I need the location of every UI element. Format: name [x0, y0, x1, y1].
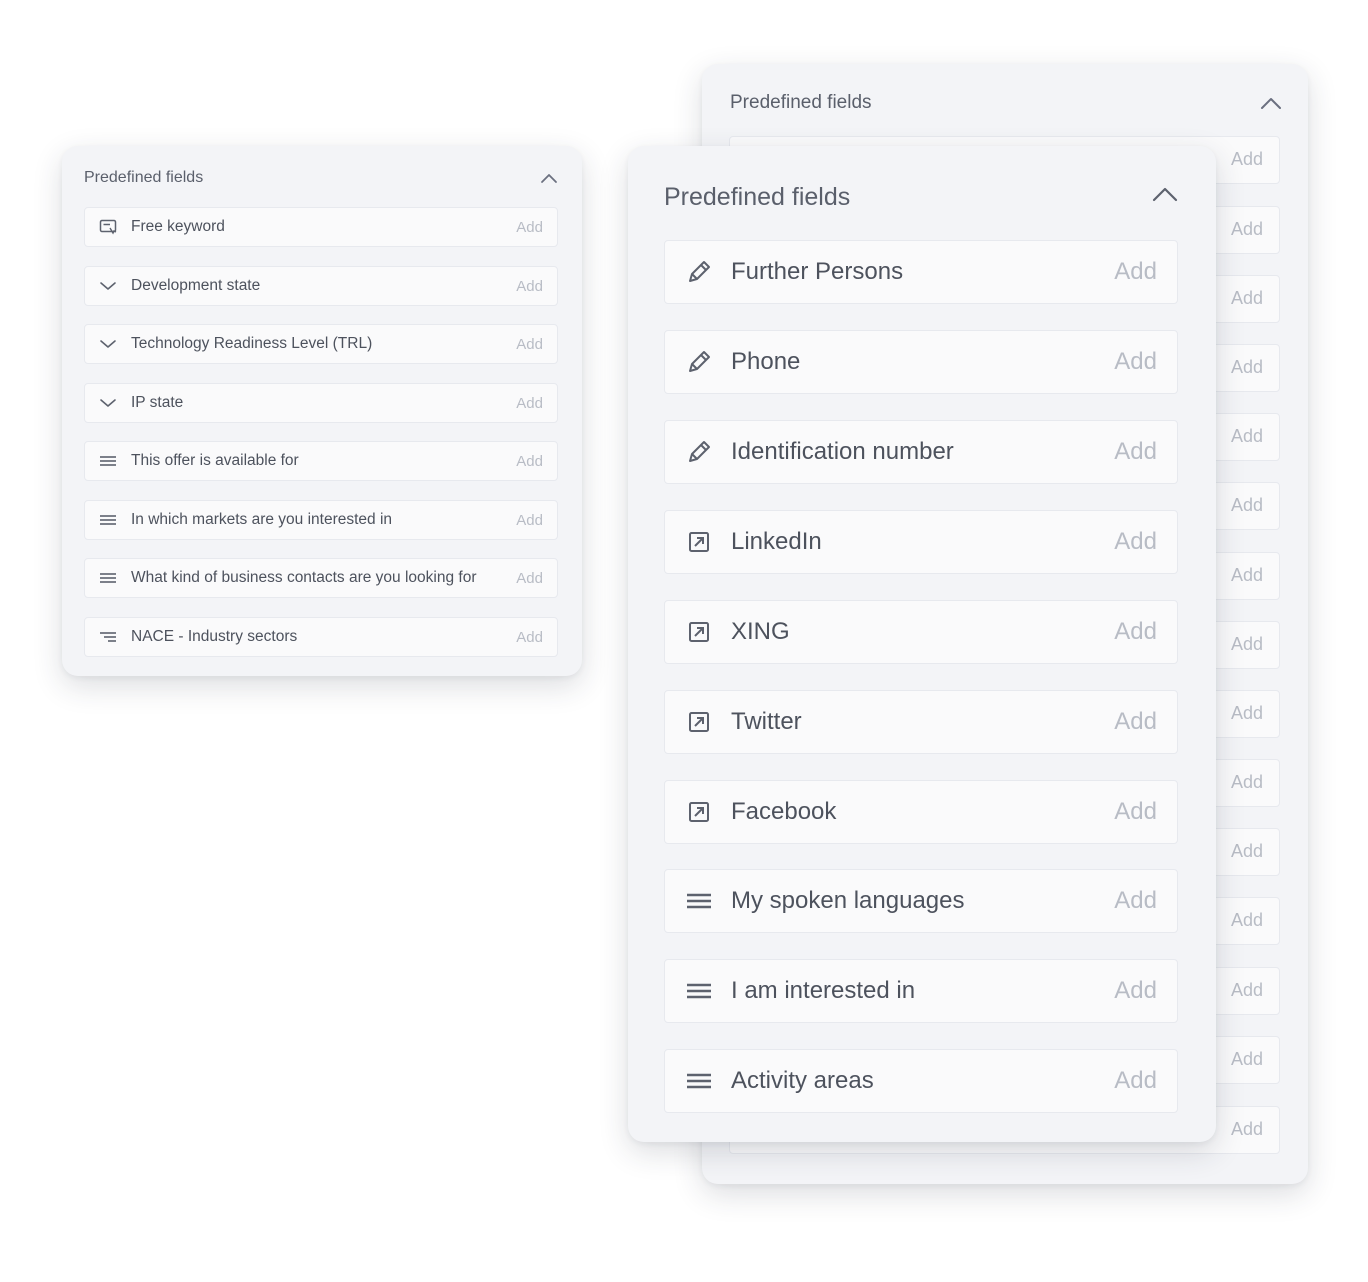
field-item-free-keyword[interactable]: Free keyword Add — [84, 207, 558, 247]
chevron-down-icon — [99, 277, 117, 295]
chevron-up-icon[interactable] — [1260, 96, 1282, 110]
list-icon — [99, 569, 117, 587]
field-label: Activity areas — [731, 1067, 874, 1094]
add-button[interactable]: Add — [1114, 887, 1157, 915]
add-button[interactable]: Add — [516, 453, 543, 470]
add-button[interactable]: Add — [1114, 258, 1157, 286]
add-button[interactable]: Add — [1114, 348, 1157, 376]
field-item-spoken-languages[interactable]: My spoken languages Add — [664, 869, 1178, 933]
add-button[interactable]: Add — [1114, 438, 1157, 466]
add-button[interactable]: Add — [1215, 634, 1279, 655]
add-button[interactable]: Add — [1215, 910, 1279, 931]
external-link-icon — [685, 528, 713, 556]
field-label: Facebook — [731, 798, 837, 825]
field-label: Twitter — [731, 708, 802, 735]
field-label: IP state — [131, 394, 184, 411]
list-icon — [99, 452, 117, 470]
add-button[interactable]: Add — [516, 336, 543, 353]
field-item-business-contacts[interactable]: What kind of business contacts are you l… — [84, 558, 558, 598]
front-predefined-fields-panel: Predefined fields Further Persons Add Ph… — [628, 146, 1216, 1142]
field-item-trl[interactable]: Technology Readiness Level (TRL) Add — [84, 324, 558, 364]
field-item-identification-number[interactable]: Identification number Add — [664, 420, 1178, 484]
add-button[interactable]: Add — [1114, 798, 1157, 826]
add-button[interactable]: Add — [1215, 149, 1279, 170]
chevron-down-icon — [99, 335, 117, 353]
add-button[interactable]: Add — [1215, 219, 1279, 240]
field-item-further-persons[interactable]: Further Persons Add — [664, 240, 1178, 304]
field-label: What kind of business contacts are you l… — [131, 569, 477, 586]
field-item-markets[interactable]: In which markets are you interested in A… — [84, 500, 558, 540]
field-item-linkedin[interactable]: LinkedIn Add — [664, 510, 1178, 574]
add-button[interactable]: Add — [1215, 495, 1279, 516]
field-label: Technology Readiness Level (TRL) — [131, 335, 373, 352]
pencil-icon — [685, 258, 713, 286]
text-field-icon — [99, 218, 117, 236]
add-button[interactable]: Add — [1114, 1067, 1157, 1095]
field-item-offer-available-for[interactable]: This offer is available for Add — [84, 441, 558, 481]
left-predefined-fields-panel: Predefined fields Free keyword Add Devel… — [62, 146, 582, 676]
field-item-nace[interactable]: NACE - Industry sectors Add — [84, 617, 558, 657]
chevron-up-icon[interactable] — [1152, 186, 1178, 202]
field-label: I am interested in — [731, 977, 916, 1004]
add-button[interactable]: Add — [1114, 977, 1157, 1005]
field-label: Free keyword — [131, 218, 225, 235]
chevron-up-icon[interactable] — [540, 172, 558, 184]
chevron-down-icon — [99, 394, 117, 412]
add-button[interactable]: Add — [1215, 426, 1279, 447]
left-panel-title: Predefined fields — [84, 169, 204, 186]
tree-list-icon — [99, 628, 117, 646]
add-button[interactable]: Add — [1215, 565, 1279, 586]
pencil-icon — [685, 438, 713, 466]
list-icon — [685, 887, 713, 915]
add-button[interactable]: Add — [1114, 528, 1157, 556]
field-label: This offer is available for — [131, 452, 299, 469]
back-panel-title: Predefined fields — [730, 92, 872, 113]
external-link-icon — [685, 708, 713, 736]
list-icon — [99, 511, 117, 529]
add-button[interactable]: Add — [1215, 288, 1279, 309]
add-button[interactable]: Add — [516, 219, 543, 236]
add-button[interactable]: Add — [516, 512, 543, 529]
field-item-interested-in[interactable]: I am interested in Add — [664, 959, 1178, 1023]
field-label: Development state — [131, 277, 261, 294]
field-label: Further Persons — [731, 258, 904, 285]
add-button[interactable]: Add — [1215, 703, 1279, 724]
add-button[interactable]: Add — [516, 278, 543, 295]
add-button[interactable]: Add — [1215, 772, 1279, 793]
add-button[interactable]: Add — [1215, 1049, 1279, 1070]
add-button[interactable]: Add — [1114, 708, 1157, 736]
field-label: NACE - Industry sectors — [131, 628, 298, 645]
field-label: My spoken languages — [731, 887, 965, 914]
add-button[interactable]: Add — [516, 395, 543, 412]
field-label: XING — [731, 618, 790, 645]
field-item-phone[interactable]: Phone Add — [664, 330, 1178, 394]
add-button[interactable]: Add — [1114, 618, 1157, 646]
front-panel-title: Predefined fields — [664, 183, 851, 211]
field-item-facebook[interactable]: Facebook Add — [664, 780, 1178, 844]
field-label: LinkedIn — [731, 528, 822, 555]
field-label: Phone — [731, 348, 801, 375]
field-label: Identification number — [731, 438, 954, 465]
external-link-icon — [685, 618, 713, 646]
add-button[interactable]: Add — [1215, 1119, 1279, 1140]
field-item-development-state[interactable]: Development state Add — [84, 266, 558, 306]
field-item-activity-areas[interactable]: Activity areas Add — [664, 1049, 1178, 1113]
field-label: In which markets are you interested in — [131, 511, 393, 528]
field-item-twitter[interactable]: Twitter Add — [664, 690, 1178, 754]
add-button[interactable]: Add — [1215, 980, 1279, 1001]
list-icon — [685, 1067, 713, 1095]
add-button[interactable]: Add — [516, 629, 543, 646]
external-link-icon — [685, 798, 713, 826]
list-icon — [685, 977, 713, 1005]
field-item-ip-state[interactable]: IP state Add — [84, 383, 558, 423]
add-button[interactable]: Add — [1215, 357, 1279, 378]
pencil-icon — [685, 348, 713, 376]
field-item-xing[interactable]: XING Add — [664, 600, 1178, 664]
add-button[interactable]: Add — [1215, 841, 1279, 862]
add-button[interactable]: Add — [516, 570, 543, 587]
